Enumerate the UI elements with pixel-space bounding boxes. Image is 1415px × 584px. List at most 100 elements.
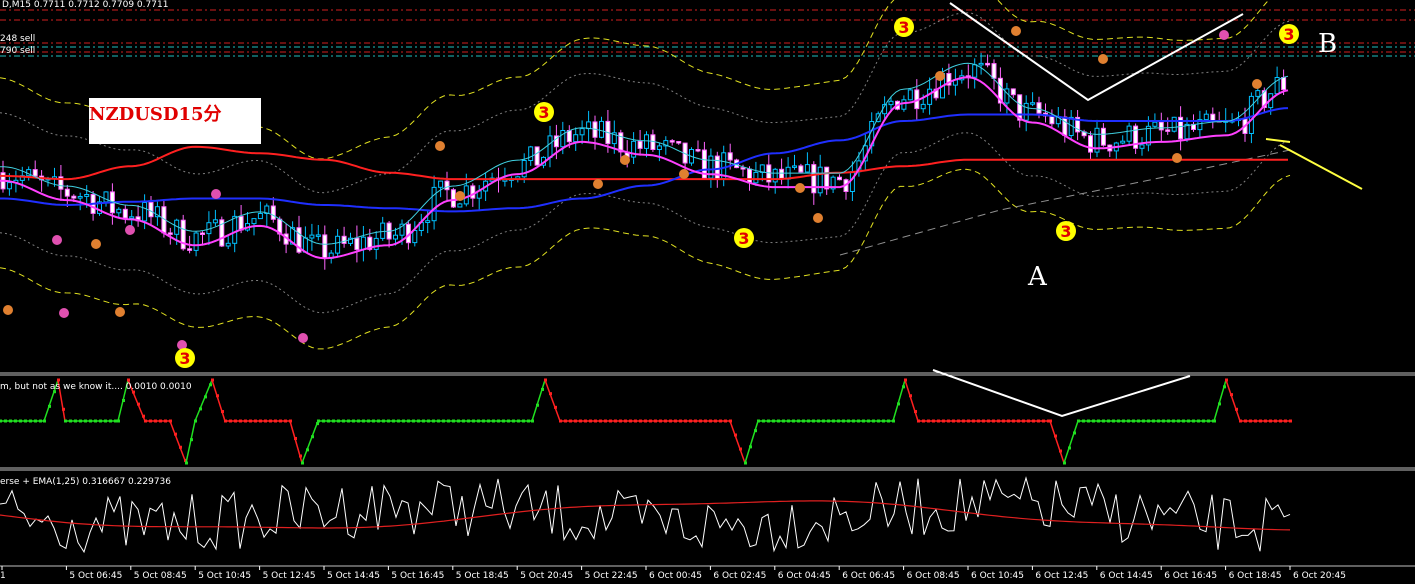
- candle-body[interactable]: [837, 176, 842, 181]
- candle-body[interactable]: [644, 134, 649, 149]
- candle-body[interactable]: [566, 130, 572, 143]
- candle-body[interactable]: [103, 191, 109, 203]
- signal-dot[interactable]: [620, 155, 630, 165]
- candle-body[interactable]: [257, 213, 263, 220]
- candle-body[interactable]: [450, 189, 456, 208]
- candle-body[interactable]: [309, 234, 315, 239]
- candle-body[interactable]: [77, 196, 83, 199]
- candle-body[interactable]: [1030, 102, 1036, 105]
- candle-body[interactable]: [656, 145, 662, 150]
- signal-dot[interactable]: [593, 179, 603, 189]
- candle-body[interactable]: [547, 135, 553, 158]
- chart-canvas[interactable]: 3 3 3 3 3 3 D,M15 0.7711 0.7712 0.7709 0.7711…: [0, 0, 1415, 584]
- candle-body[interactable]: [1210, 113, 1216, 121]
- candle-body[interactable]: [341, 235, 347, 244]
- candle-body[interactable]: [206, 222, 212, 235]
- candle-body[interactable]: [322, 234, 328, 259]
- candle-body[interactable]: [599, 120, 604, 138]
- candle-body[interactable]: [528, 146, 534, 161]
- candle-body[interactable]: [444, 180, 450, 191]
- drawn-v-line-indicator[interactable]: [932, 369, 1191, 418]
- signal-dot[interactable]: [435, 141, 445, 151]
- candle-body[interactable]: [817, 166, 823, 194]
- candle-body[interactable]: [573, 134, 579, 143]
- signal-dot[interactable]: [455, 191, 465, 201]
- candle-body[interactable]: [412, 230, 418, 244]
- candle-body[interactable]: [579, 128, 585, 136]
- signal-dot[interactable]: [1011, 26, 1021, 36]
- candle-body[interactable]: [463, 185, 469, 205]
- signal-dot[interactable]: [125, 225, 135, 235]
- oscillator-line-white[interactable]: [0, 476, 1291, 554]
- candle-body[interactable]: [985, 62, 991, 66]
- candle-body[interactable]: [354, 237, 360, 251]
- lower-band-outer[interactable]: [0, 168, 1291, 350]
- candle-body[interactable]: [122, 208, 128, 219]
- candle-body[interactable]: [907, 89, 913, 101]
- candle-body[interactable]: [32, 169, 38, 177]
- signal-dot[interactable]: [795, 183, 805, 193]
- candle-body[interactable]: [811, 164, 817, 194]
- candle-body[interactable]: [373, 237, 379, 250]
- candle-body[interactable]: [1158, 121, 1164, 131]
- candle-body[interactable]: [779, 168, 785, 180]
- candle-body[interactable]: [740, 167, 746, 170]
- candle-body[interactable]: [804, 164, 810, 173]
- candle-body[interactable]: [753, 171, 759, 184]
- candle-body[interactable]: [586, 121, 592, 130]
- candle-body[interactable]: [534, 146, 540, 166]
- signal-dot[interactable]: [1172, 153, 1182, 163]
- candle-body[interactable]: [1203, 113, 1209, 121]
- drawn-yellow-mark[interactable]: [1265, 138, 1291, 143]
- candle-body[interactable]: [116, 208, 122, 214]
- candle-body[interactable]: [457, 203, 463, 208]
- candle-body[interactable]: [637, 140, 643, 149]
- candle-body[interactable]: [1248, 95, 1254, 134]
- signal-dot[interactable]: [1098, 54, 1108, 64]
- candle-body[interactable]: [1139, 144, 1145, 149]
- candle-body[interactable]: [927, 88, 933, 105]
- candle-body[interactable]: [425, 220, 431, 223]
- candle-body[interactable]: [431, 186, 437, 222]
- candle-body[interactable]: [1023, 102, 1029, 121]
- candle-body[interactable]: [167, 232, 173, 235]
- signal-dot[interactable]: [211, 189, 221, 199]
- candle-body[interactable]: [1165, 129, 1171, 132]
- drawn-yellow-arrow[interactable]: [1279, 144, 1363, 190]
- candle-body[interactable]: [1255, 90, 1261, 97]
- candle-body[interactable]: [380, 222, 386, 239]
- signal-dot[interactable]: [679, 169, 689, 179]
- candle-body[interactable]: [888, 100, 894, 106]
- candle-body[interactable]: [727, 152, 733, 161]
- candle-body[interactable]: [1120, 140, 1126, 144]
- candle-body[interactable]: [1184, 123, 1190, 140]
- candle-body[interactable]: [232, 215, 238, 244]
- candle-body[interactable]: [920, 103, 926, 110]
- candle-body[interactable]: [1152, 121, 1158, 127]
- signal-dot[interactable]: [1219, 30, 1229, 40]
- candle-body[interactable]: [1100, 127, 1106, 146]
- ma-cyan-line[interactable]: [0, 62, 1289, 245]
- signal-dot[interactable]: [935, 71, 945, 81]
- candle-body[interactable]: [360, 236, 366, 250]
- candle-body[interactable]: [6, 182, 12, 190]
- signal-dot[interactable]: [52, 235, 62, 245]
- candle-body[interactable]: [669, 140, 675, 143]
- candle-body[interactable]: [695, 149, 701, 152]
- candle-body[interactable]: [64, 188, 70, 197]
- candle-body[interactable]: [470, 185, 476, 199]
- candle-body[interactable]: [148, 202, 154, 218]
- signal-dot[interactable]: [298, 333, 308, 343]
- candle-body[interactable]: [187, 248, 193, 251]
- candle-body[interactable]: [792, 165, 797, 168]
- candle-body[interactable]: [1062, 116, 1068, 136]
- candle-body[interactable]: [335, 235, 341, 254]
- candle-body[interactable]: [225, 242, 231, 247]
- candle-body[interactable]: [1126, 125, 1132, 142]
- candle-body[interactable]: [1281, 77, 1287, 91]
- candle-body[interactable]: [315, 234, 321, 237]
- candle-body[interactable]: [251, 218, 257, 225]
- candle-body[interactable]: [901, 99, 907, 110]
- candle-body[interactable]: [824, 166, 830, 190]
- candle-body[interactable]: [142, 202, 148, 222]
